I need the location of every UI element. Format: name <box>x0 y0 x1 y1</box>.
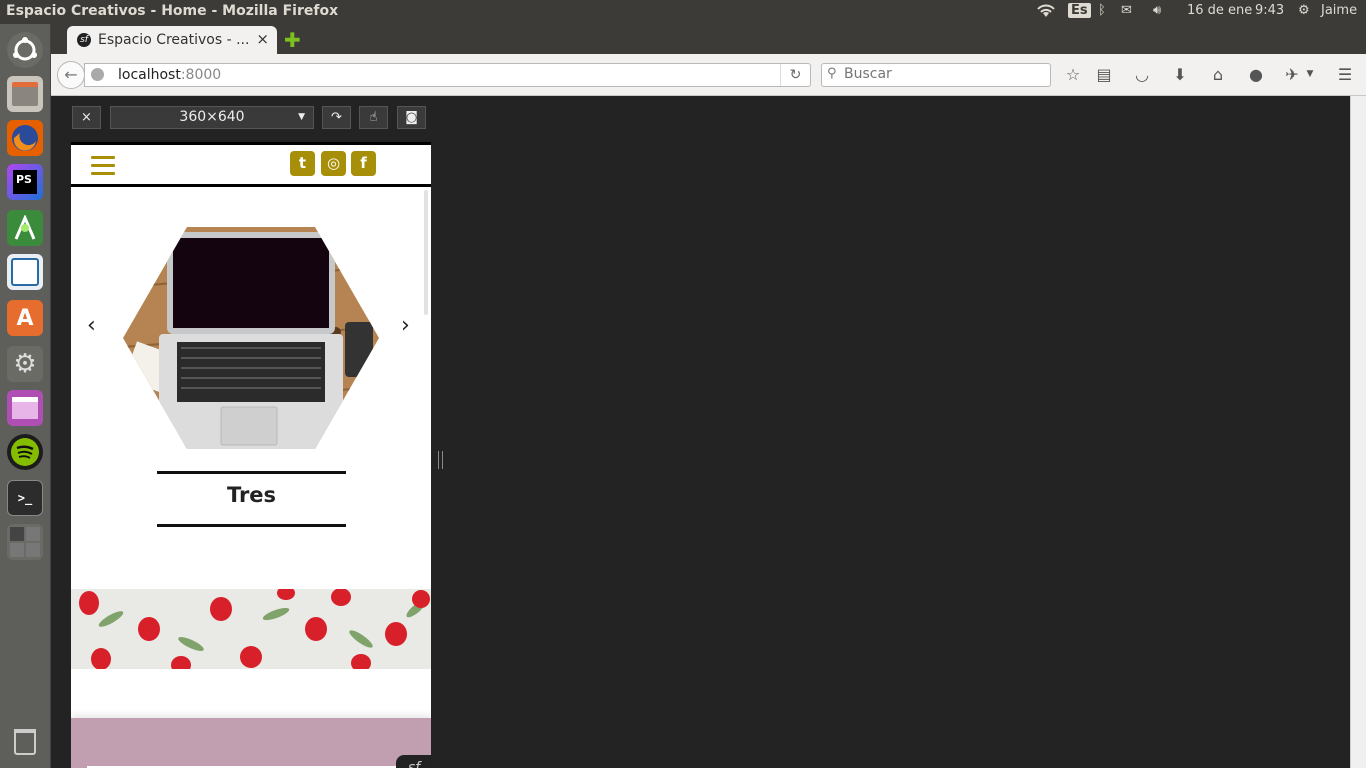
tab-espacio-creativos[interactable]: sf Espacio Creativos - ... × <box>67 26 277 54</box>
site-info-icon[interactable] <box>91 68 104 81</box>
site-header: t ◎ f <box>71 145 431 187</box>
volume-icon[interactable]: 🔊︎ <box>1153 3 1161 18</box>
rdm-close-button[interactable]: × <box>72 106 101 129</box>
pink-section <box>71 718 431 768</box>
extension-dropdown-icon[interactable]: ▼ <box>1299 69 1321 79</box>
system-settings-icon[interactable]: ⚙ <box>7 346 43 382</box>
firefox-icon[interactable] <box>7 120 43 156</box>
search-box[interactable]: ⚲ <box>821 63 1051 87</box>
new-tab-plus-icon[interactable]: ✚ <box>284 28 301 52</box>
bookmark-star-icon[interactable]: ☆ <box>1062 65 1084 84</box>
downloads-arrow-icon[interactable]: ⬇ <box>1169 65 1191 84</box>
viewport-scrollbar[interactable] <box>424 190 428 315</box>
workspace-switcher-icon[interactable] <box>7 524 43 560</box>
spotify-icon[interactable] <box>7 434 43 470</box>
hamburger-menu-icon[interactable]: ☰ <box>1334 65 1356 84</box>
bluetooth-icon[interactable]: ᛒ <box>1098 3 1106 18</box>
url-text[interactable]: localhost:8000 <box>118 67 221 83</box>
tab-close-button[interactable]: × <box>256 30 269 48</box>
files-icon[interactable] <box>7 76 43 112</box>
mysql-workbench-icon[interactable] <box>7 254 43 290</box>
search-icon: ⚲ <box>827 66 837 81</box>
home-icon[interactable]: ⌂ <box>1207 65 1229 84</box>
keyboard-layout-indicator[interactable]: Es <box>1068 3 1091 18</box>
viewport-resize-handle[interactable] <box>438 451 443 469</box>
rotate-icon[interactable]: ↷ <box>322 106 351 129</box>
touch-simulation-icon[interactable]: ☝ <box>359 106 388 129</box>
symfony-debug-toolbar-icon[interactable]: sf <box>396 755 431 768</box>
rdm-size-select[interactable]: 360×640 ▼ <box>110 106 314 129</box>
mobile-viewport: t ◎ f ‹ › Tres sf <box>71 142 431 768</box>
screenshot-camera-icon[interactable]: ◙ <box>397 106 426 129</box>
ubuntu-dash-icon[interactable] <box>7 32 43 68</box>
mail-icon[interactable]: ✉ <box>1121 3 1132 18</box>
app-window-icon[interactable] <box>7 390 43 426</box>
navigation-toolbar: ← localhost:8000 ↻ ⚲ ☆ ▤ ◡ ⬇ ⌂ ● ✈ ▼ ☰ <box>51 54 1366 96</box>
software-center-icon[interactable]: A <box>7 300 43 336</box>
back-arrow-icon[interactable]: ← <box>57 61 85 89</box>
launcher: PS A ⚙ >_ <box>0 24 51 768</box>
user-name[interactable]: Jaime <box>1321 3 1357 18</box>
floral-fabric-banner <box>71 586 431 674</box>
instagram-icon[interactable]: ◎ <box>321 151 346 176</box>
content-area: × 360×640 ▼ ↷ ☝ ◙ t ◎ f ‹ › Tres sf <box>51 96 1366 768</box>
reload-icon[interactable]: ↻ <box>780 64 810 86</box>
session-gear-icon[interactable]: ⚙ <box>1298 3 1310 18</box>
pocket-icon[interactable]: ◡ <box>1131 65 1153 84</box>
android-studio-icon[interactable] <box>7 210 43 246</box>
phpstorm-icon[interactable]: PS <box>7 164 43 200</box>
symfony-favicon-icon: sf <box>77 33 91 47</box>
page-scrollbar[interactable] <box>1350 96 1366 768</box>
wifi-icon[interactable] <box>1036 3 1056 23</box>
window-title: Espacio Creativos - Home - Mozilla Firef… <box>6 3 339 19</box>
rdm-size-value: 360×640 <box>179 109 245 125</box>
slide-title-top-rule <box>157 471 346 474</box>
slide-title: Tres <box>226 483 277 507</box>
slide-title-bottom-rule <box>157 524 346 527</box>
trash-icon[interactable] <box>7 724 43 760</box>
url-bar[interactable]: localhost:8000 ↻ <box>84 63 811 87</box>
tab-label: Espacio Creativos - ... <box>98 32 250 48</box>
clock-date[interactable]: 16 de ene <box>1187 3 1252 18</box>
twitter-icon[interactable]: t <box>290 151 315 176</box>
search-input[interactable] <box>844 66 1044 82</box>
terminal-icon[interactable]: >_ <box>7 480 43 516</box>
top-panel: Espacio Creativos - Home - Mozilla Firef… <box>0 0 1366 24</box>
chat-bubble-icon[interactable]: ● <box>1245 65 1267 84</box>
carousel-next-button[interactable]: › <box>401 313 410 338</box>
chevron-down-icon: ▼ <box>298 112 305 122</box>
carousel-prev-button[interactable]: ‹ <box>87 313 96 338</box>
clock-time[interactable]: 9:43 <box>1255 3 1284 18</box>
hamburger-menu-icon[interactable] <box>91 156 115 176</box>
reading-list-icon[interactable]: ▤ <box>1093 65 1115 84</box>
carousel-slide-image <box>123 227 379 449</box>
facebook-icon[interactable]: f <box>351 151 376 176</box>
tab-strip: sf Espacio Creativos - ... × ✚ <box>51 24 1366 54</box>
